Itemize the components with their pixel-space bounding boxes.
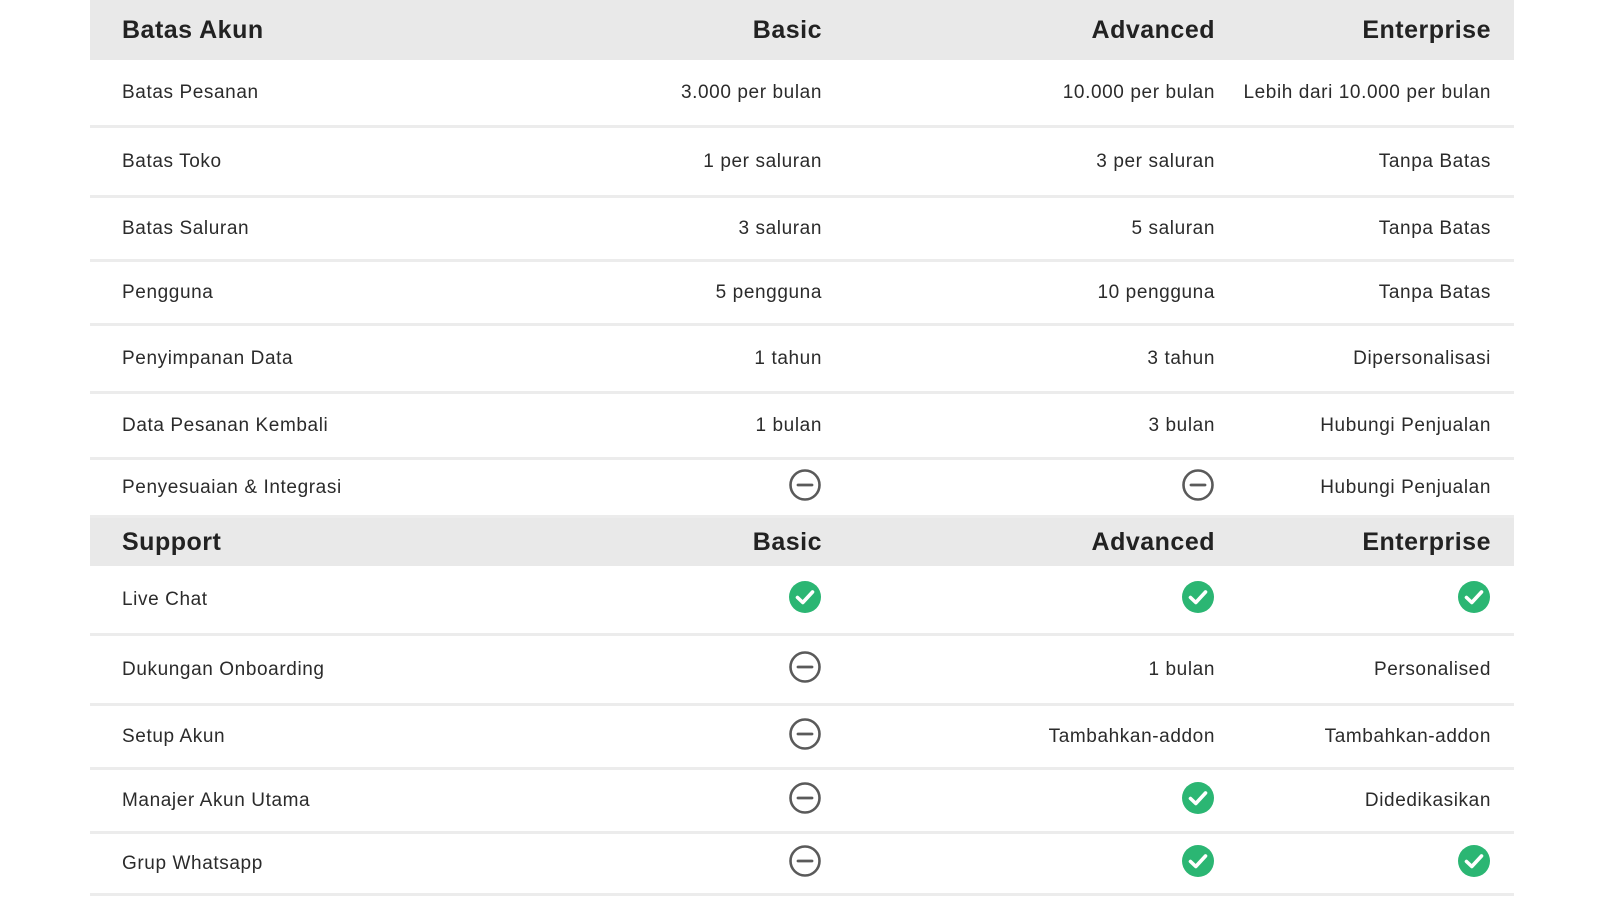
feature-label: Penyesuaian & Integrasi xyxy=(122,476,342,498)
plan-column-header: Enterprise xyxy=(1362,15,1491,44)
plan-value-icon-cell xyxy=(485,781,822,821)
plan-value-icon-cell xyxy=(1215,844,1491,884)
table-row: Setup Akun Tambahkan-addon Tambahkan-addon xyxy=(90,706,1514,770)
plan-value-icon-cell xyxy=(822,844,1215,884)
check-circle-icon xyxy=(822,580,1215,614)
plan-column-header: Enterprise xyxy=(1362,527,1491,556)
table-row: Data Pesanan Kembali 1 bulan 3 bulan Hubung… xyxy=(90,394,1514,460)
plan-value: 10 pengguna xyxy=(1097,281,1215,303)
check-circle-icon xyxy=(1215,844,1491,878)
plan-value-icon-cell xyxy=(485,844,822,884)
table-row: Batas Saluran 3 saluran 5 saluran Tanpa Bat… xyxy=(90,198,1514,262)
plan-value-icon-cell xyxy=(822,580,1215,620)
table-row: Dukungan Onboarding 1 bulan Personalised xyxy=(90,636,1514,706)
table-row: Penyesuaian & Integrasi Hubungi Penjualan xyxy=(90,460,1514,518)
plan-value: 3 per saluran xyxy=(1096,150,1215,172)
plan-value: Tanpa Batas xyxy=(1378,281,1491,303)
section-title: Support xyxy=(122,527,222,556)
plan-value: 10.000 per bulan xyxy=(1062,81,1215,103)
plan-value: 1 tahun xyxy=(754,347,822,369)
feature-label: Grup Whatsapp xyxy=(122,852,263,874)
plan-value: 1 bulan xyxy=(1148,658,1215,680)
feature-label: Batas Toko xyxy=(122,150,222,172)
feature-label: Data Pesanan Kembali xyxy=(122,414,329,436)
feature-label: Batas Pesanan xyxy=(122,81,259,103)
support-header-row: Support Basic Advanced Enterprise xyxy=(90,518,1514,566)
check-circle-icon xyxy=(822,844,1215,878)
plan-value: 5 saluran xyxy=(1131,217,1215,239)
plan-value-icon-cell xyxy=(485,468,822,508)
plan-column-header: Basic xyxy=(752,527,822,556)
plan-value-icon-cell xyxy=(485,717,822,757)
feature-label: Live Chat xyxy=(122,588,208,610)
minus-circle-icon xyxy=(485,650,822,684)
plan-value: 3 saluran xyxy=(738,217,822,239)
plan-value: Tambahkan-addon xyxy=(1324,725,1491,747)
plan-value: 3 tahun xyxy=(1147,347,1215,369)
plan-value: 3 bulan xyxy=(1148,414,1215,436)
check-circle-icon xyxy=(485,580,822,614)
plan-value-icon-cell xyxy=(822,781,1215,821)
section-title: Batas Akun xyxy=(122,15,264,44)
feature-comparison-table: Batas Akun Basic Advanced Enterprise Batas P… xyxy=(90,0,1514,896)
plan-column-header: Advanced xyxy=(1091,15,1215,44)
plan-value: Hubungi Penjualan xyxy=(1320,414,1491,436)
plan-value-icon-cell xyxy=(822,468,1215,508)
plan-value-icon-cell xyxy=(485,580,822,620)
plan-value: Tanpa Batas xyxy=(1378,150,1491,172)
plan-value: Dipersonalisasi xyxy=(1353,347,1491,369)
feature-label: Penyimpanan Data xyxy=(122,347,294,369)
minus-circle-icon xyxy=(485,844,822,878)
plan-value: Didedikasikan xyxy=(1364,789,1491,811)
plan-column-header: Basic xyxy=(752,15,822,44)
table-row: Manajer Akun Utama Didedikasikan xyxy=(90,770,1514,834)
feature-label: Manajer Akun Utama xyxy=(122,789,311,811)
plan-value: Tanpa Batas xyxy=(1378,217,1491,239)
table-row: Batas Pesanan 3.000 per bulan 10.000 per b… xyxy=(90,60,1514,128)
feature-label: Batas Saluran xyxy=(122,217,250,239)
plan-value: 1 bulan xyxy=(755,414,822,436)
account-header-row: Batas Akun Basic Advanced Enterprise xyxy=(90,0,1514,60)
plan-value: 1 per saluran xyxy=(703,150,822,172)
feature-label: Setup Akun xyxy=(122,725,226,747)
table-row: Penyimpanan Data 1 tahun 3 tahun Dipersonal… xyxy=(90,326,1514,394)
plan-column-header: Advanced xyxy=(1091,527,1215,556)
table-row: Grup Whatsapp xyxy=(90,834,1514,896)
table-row: Live Chat xyxy=(90,566,1514,636)
plan-value: Tambahkan-addon xyxy=(1048,725,1215,747)
plan-value: Hubungi Penjualan xyxy=(1320,476,1491,498)
table-row: Pengguna 5 pengguna 10 pengguna Tanpa Batas xyxy=(90,262,1514,326)
plan-value-icon-cell xyxy=(485,650,822,690)
minus-circle-icon xyxy=(485,781,822,815)
check-circle-icon xyxy=(822,781,1215,815)
plan-value: 5 pengguna xyxy=(715,281,822,303)
table-row: Batas Toko 1 per saluran 3 per saluran Tanp… xyxy=(90,128,1514,198)
minus-circle-icon xyxy=(485,468,822,502)
feature-label: Pengguna xyxy=(122,281,214,303)
plan-value: Personalised xyxy=(1373,658,1491,680)
plan-value: Lebih dari 10.000 per bulan xyxy=(1243,81,1491,103)
plan-value-icon-cell xyxy=(1215,580,1491,620)
check-circle-icon xyxy=(1215,580,1491,614)
plan-value: 3.000 per bulan xyxy=(680,81,822,103)
feature-label: Dukungan Onboarding xyxy=(122,658,325,680)
minus-circle-icon xyxy=(485,717,822,751)
minus-circle-icon xyxy=(822,468,1215,502)
